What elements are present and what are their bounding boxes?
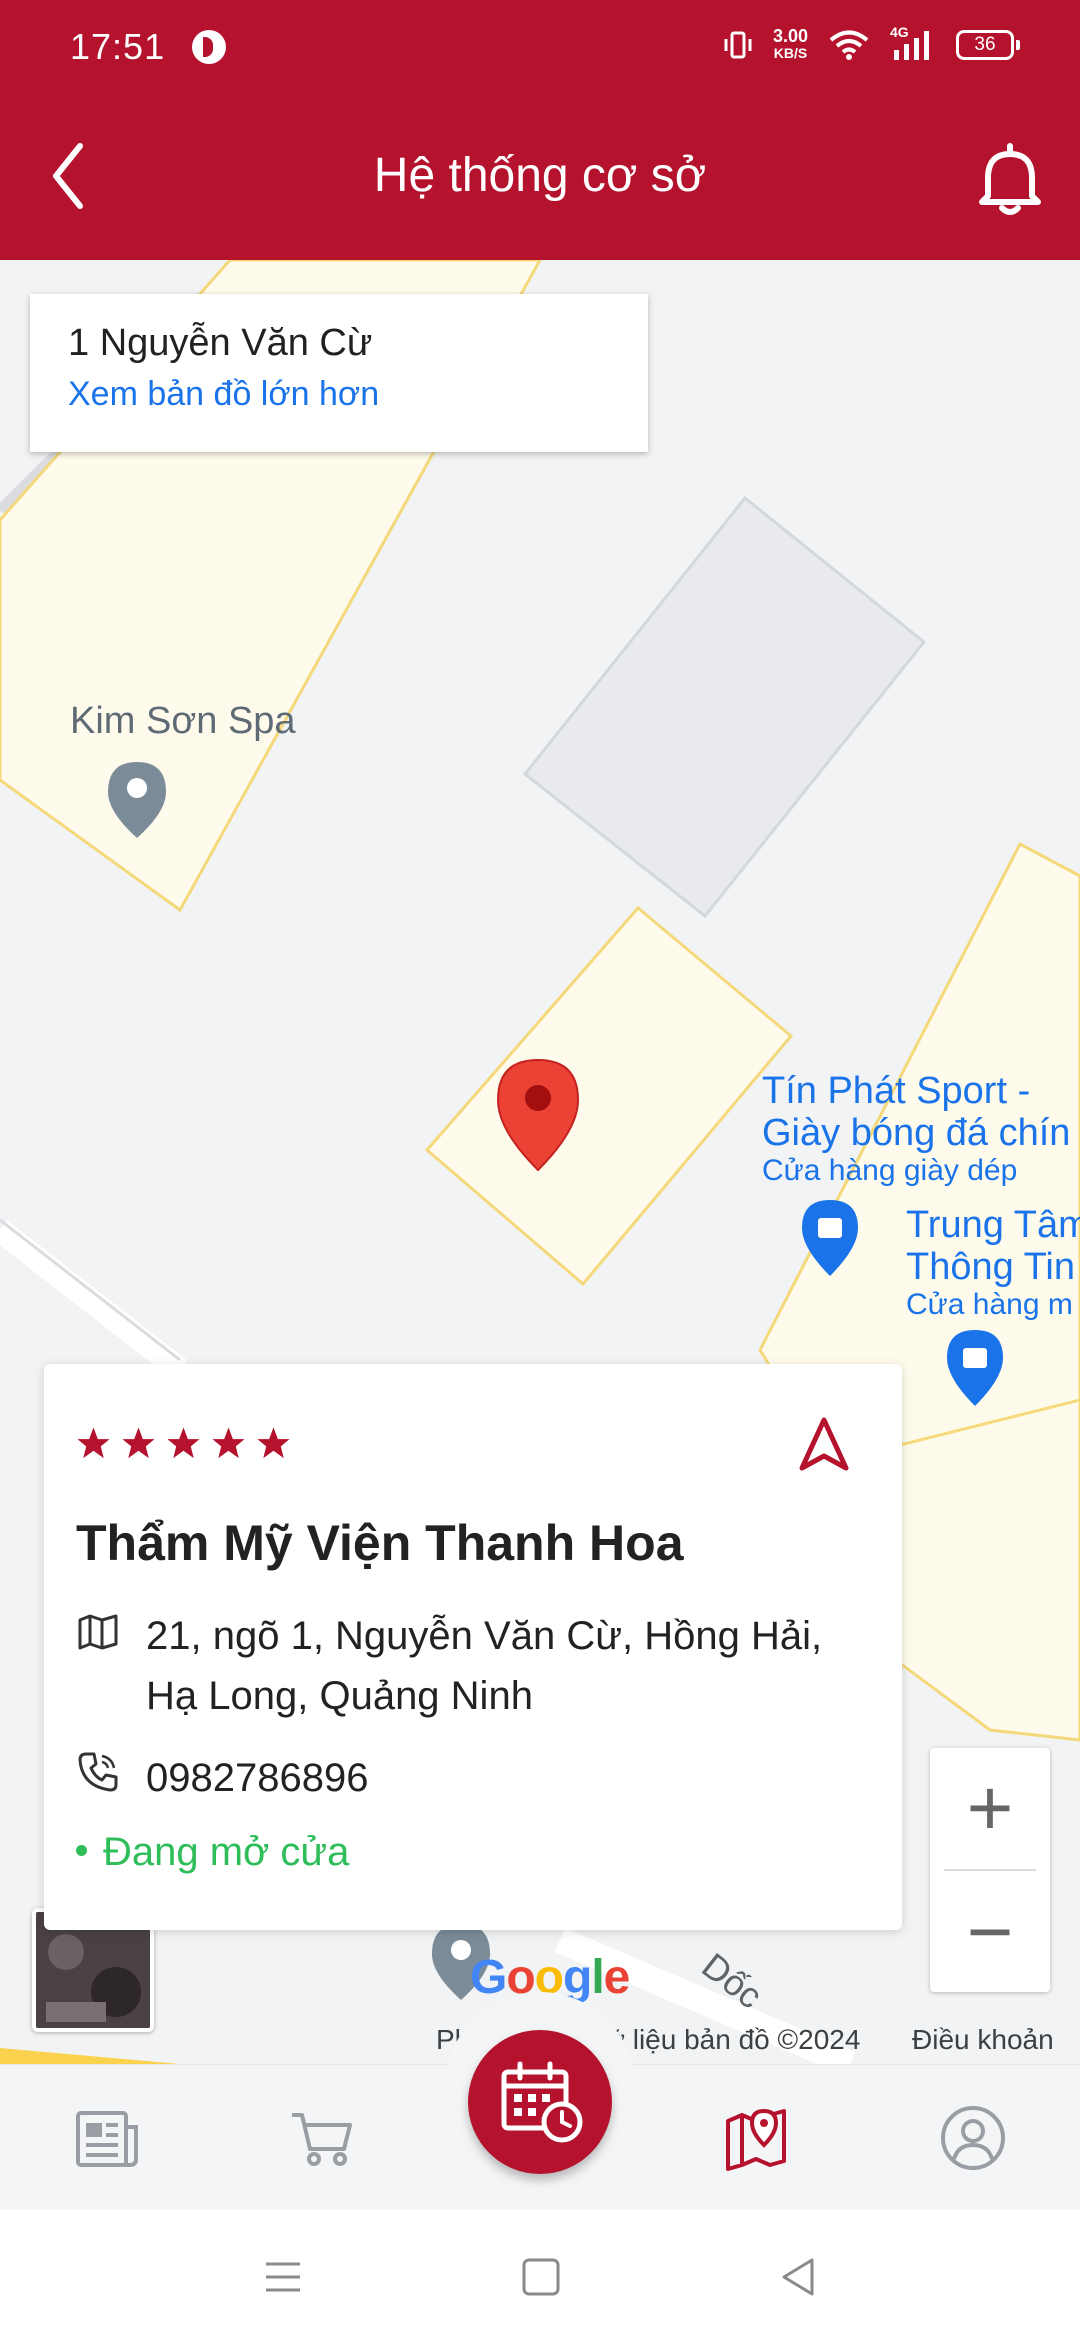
directions-button[interactable] [796, 1416, 852, 1472]
address-row: 21, ngõ 1, Nguyễn Văn Cừ, Hồng Hải, Hạ L… [76, 1606, 866, 1726]
terms-link[interactable]: Điều khoản [912, 2024, 1054, 2056]
network-speed: 3.00 KB/S [772, 26, 808, 61]
star-icon [167, 1427, 200, 1459]
status-bar: 17:51 3.00 KB/S 4G 36 [0, 0, 1080, 96]
clinic-phone[interactable]: 0982786896 [146, 1748, 866, 1808]
status-time: 17:51 [70, 26, 166, 67]
system-navigation-bar [0, 2210, 1080, 2340]
nav-account[interactable] [938, 2103, 1008, 2173]
news-icon [76, 2111, 138, 2167]
menu-icon[interactable] [258, 2252, 308, 2302]
user-icon [941, 2106, 1005, 2170]
nav-news[interactable] [72, 2103, 142, 2173]
clinic-name: Thẩm Mỹ Viện Thanh Hoa [76, 1515, 684, 1571]
nav-map[interactable] [722, 2103, 792, 2173]
place-card: 1 Nguyễn Văn Cừ Xem bản đồ lớn hơn [30, 294, 648, 452]
status-dot [76, 1844, 87, 1856]
map-pin-icon [726, 2108, 786, 2171]
map-address-icon [78, 1614, 118, 1650]
cellular-signal-icon: 4G [890, 24, 936, 62]
phone-row[interactable]: 0982786896 [76, 1748, 866, 1808]
zoom-out-button[interactable]: − [930, 1872, 1050, 1992]
navigation-arrow-icon [799, 1417, 849, 1471]
star-icon [77, 1427, 110, 1459]
place-title: 1 Nguyễn Văn Cừ [68, 322, 373, 364]
open-status: Đang mở cửa [76, 1830, 349, 1875]
booking-button[interactable] [468, 2030, 612, 2174]
star-icon [122, 1427, 155, 1459]
zoom-controls: + − [930, 1748, 1050, 1992]
page-header: Hệ thống cơ sở [0, 96, 1080, 260]
notification-button[interactable] [974, 138, 1046, 218]
zoom-in-button[interactable]: + [930, 1748, 1050, 1868]
rating-stars [76, 1426, 291, 1461]
zoom-divider [944, 1869, 1036, 1871]
status-indicators: 3.00 KB/S 4G 36 [723, 24, 1020, 62]
app-notification-icon [192, 30, 226, 64]
calendar-clock-icon [501, 2061, 583, 2143]
battery-icon: 36 [956, 30, 1020, 60]
app-header-bar: 17:51 3.00 KB/S 4G 36 Hệ thống cơ sở [0, 0, 1080, 260]
clinic-address: 21, ngõ 1, Nguyễn Văn Cừ, Hồng Hải, Hạ L… [146, 1614, 823, 1718]
star-icon [212, 1427, 245, 1459]
clinic-info-card: Thẩm Mỹ Viện Thanh Hoa 21, ngõ 1, Nguyễn… [44, 1364, 902, 1930]
phone-icon [78, 1752, 118, 1792]
vibrate-icon [724, 31, 752, 59]
poi-label-center[interactable]: Trung Tâm Thông Tin Cửa hàng m [906, 1204, 1080, 1322]
cart-icon [292, 2113, 352, 2166]
page-title: Hệ thống cơ sở [373, 149, 707, 202]
bell-icon [979, 143, 1041, 215]
poi-label-sport[interactable]: Tín Phát Sport - Giày bóng đá chín Cửa h… [762, 1070, 1070, 1188]
back-triangle-icon[interactable] [774, 2252, 824, 2302]
wifi-icon [829, 30, 869, 60]
poi-label-spa[interactable]: Kim Sơn Spa [70, 700, 296, 742]
star-icon [257, 1427, 290, 1459]
home-square-icon[interactable] [516, 2252, 566, 2302]
view-larger-map-link[interactable]: Xem bản đồ lớn hơn [68, 375, 610, 414]
nav-cart[interactable] [288, 2103, 358, 2173]
